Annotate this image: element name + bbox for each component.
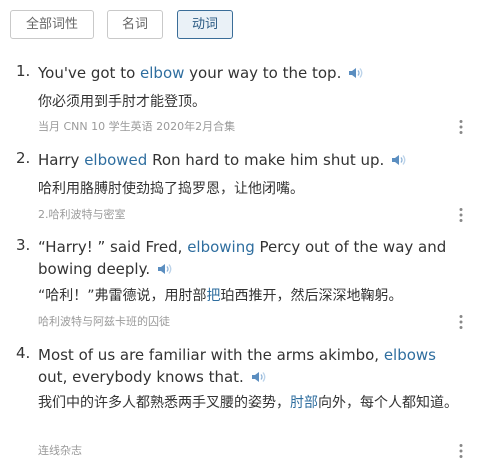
more-vertical-icon[interactable] bbox=[454, 313, 468, 331]
item-number: 4. bbox=[16, 344, 31, 362]
english-sentence: You've got to elbow your way to the top. bbox=[38, 62, 458, 84]
source-label: 哈利波特与阿兹卡班的囚徒 bbox=[38, 315, 170, 328]
source-label: 当月 CNN 10 学生英语 2020年2月合集 bbox=[38, 120, 236, 133]
item-number: 2. bbox=[16, 149, 31, 167]
filter-all-pos-button[interactable]: 全部词性 bbox=[10, 10, 94, 39]
english-sentence: Harry elbowed Ron hard to make him shut … bbox=[38, 149, 458, 171]
speaker-icon[interactable] bbox=[156, 262, 172, 276]
filter-verb-button[interactable]: 动词 bbox=[177, 10, 233, 39]
english-sentence: Most of us are familiar with the arms ak… bbox=[38, 346, 436, 386]
speaker-icon[interactable] bbox=[250, 370, 266, 384]
translation-highlight: 肘部 bbox=[290, 395, 318, 411]
chinese-translation: 我们中的许多人都熟悉两手叉腰的姿势，肘部向外，每个人都知道。 bbox=[38, 395, 458, 411]
filter-noun-button[interactable]: 名词 bbox=[107, 10, 163, 39]
more-vertical-icon[interactable] bbox=[454, 442, 468, 460]
speaker-icon[interactable] bbox=[390, 153, 406, 167]
item-number: 1. bbox=[16, 62, 31, 80]
more-vertical-icon[interactable] bbox=[454, 206, 468, 224]
translation-highlight: 把 bbox=[206, 288, 221, 304]
chinese-translation: “哈利！”弗雷德说，用肘部把珀西推开，然后深深地鞠躬。 bbox=[38, 288, 403, 304]
chinese-translation: 哈利用胳膊肘使劲捣了捣罗恩，让他闭嘴。 bbox=[38, 181, 304, 197]
source-label: 2.哈利波特与密室 bbox=[38, 208, 126, 221]
item-number: 3. bbox=[16, 236, 31, 254]
keyword-highlight: elbowed bbox=[84, 151, 148, 169]
keyword-highlight: elbowing bbox=[187, 238, 255, 256]
keyword-highlight: elbows bbox=[383, 346, 436, 364]
chinese-translation: 你必须用到手肘才能登顶。 bbox=[38, 94, 206, 110]
english-sentence: “Harry! ” said Fred, elbowing Percy out … bbox=[38, 238, 447, 278]
more-vertical-icon[interactable] bbox=[454, 118, 468, 136]
speaker-icon[interactable] bbox=[347, 66, 363, 80]
keyword-highlight: elbow bbox=[140, 64, 185, 82]
source-label: 连线杂志 bbox=[38, 444, 82, 457]
